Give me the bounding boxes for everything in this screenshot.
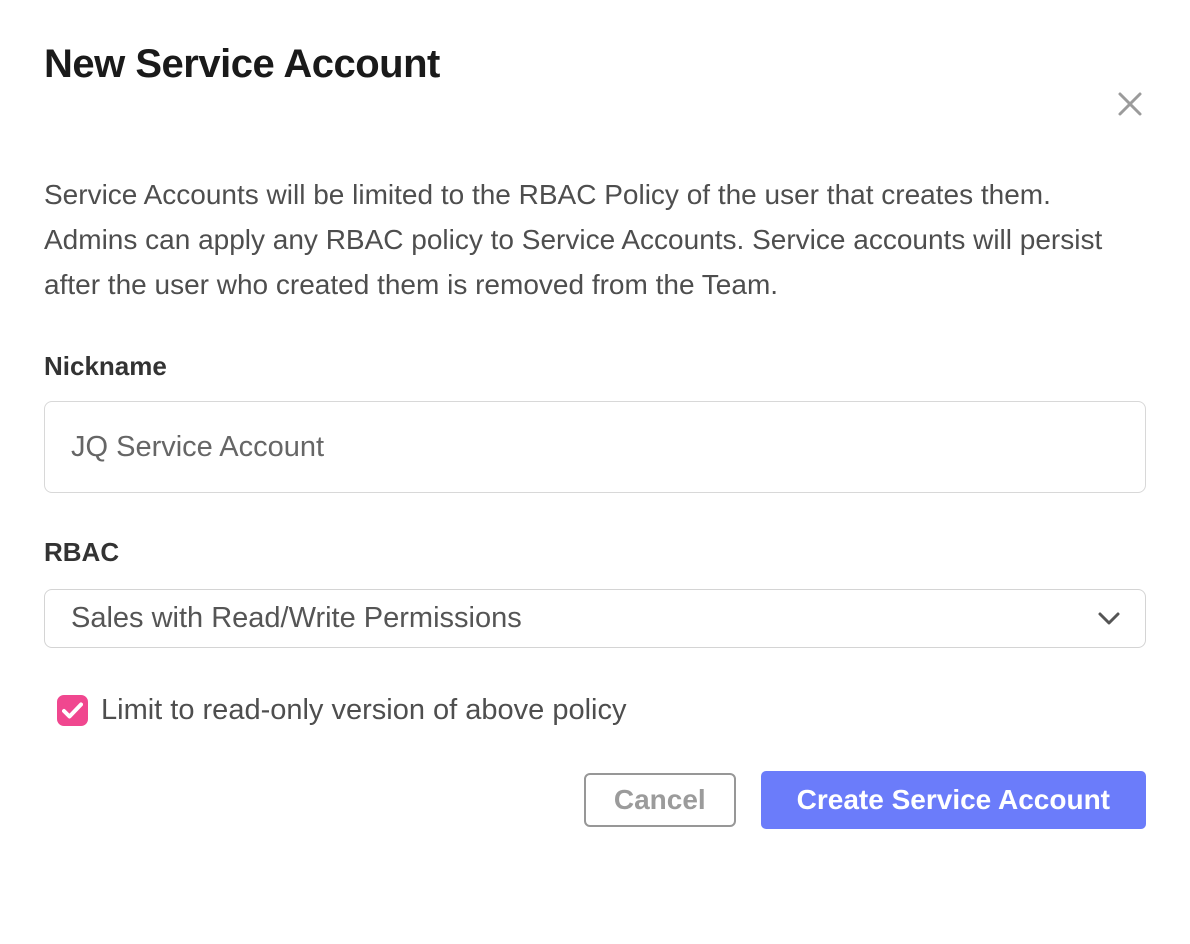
nickname-label: Nickname [44,351,1146,381]
readonly-checkbox-label[interactable]: Limit to read-only version of above poli… [101,694,626,727]
new-service-account-modal: New Service Account Service Accounts wil… [0,40,1190,944]
page-title: New Service Account [44,40,1146,88]
close-button[interactable] [1114,88,1146,120]
cancel-button[interactable]: Cancel [584,773,736,827]
readonly-checkbox[interactable] [57,695,88,726]
modal-footer: Cancel Create Service Account [44,771,1146,829]
checkmark-icon [62,702,83,719]
chevron-down-icon [1097,611,1121,626]
rbac-select[interactable]: Sales with Read/Write Permissions [44,589,1146,648]
readonly-checkbox-row: Limit to read-only version of above poli… [57,694,1146,727]
create-service-account-button[interactable]: Create Service Account [761,771,1146,829]
rbac-selected-value: Sales with Read/Write Permissions [71,602,522,635]
modal-description: Service Accounts will be limited to the … [44,172,1146,307]
close-icon [1115,89,1145,119]
nickname-input[interactable] [44,401,1146,493]
rbac-label: RBAC [44,537,1146,567]
